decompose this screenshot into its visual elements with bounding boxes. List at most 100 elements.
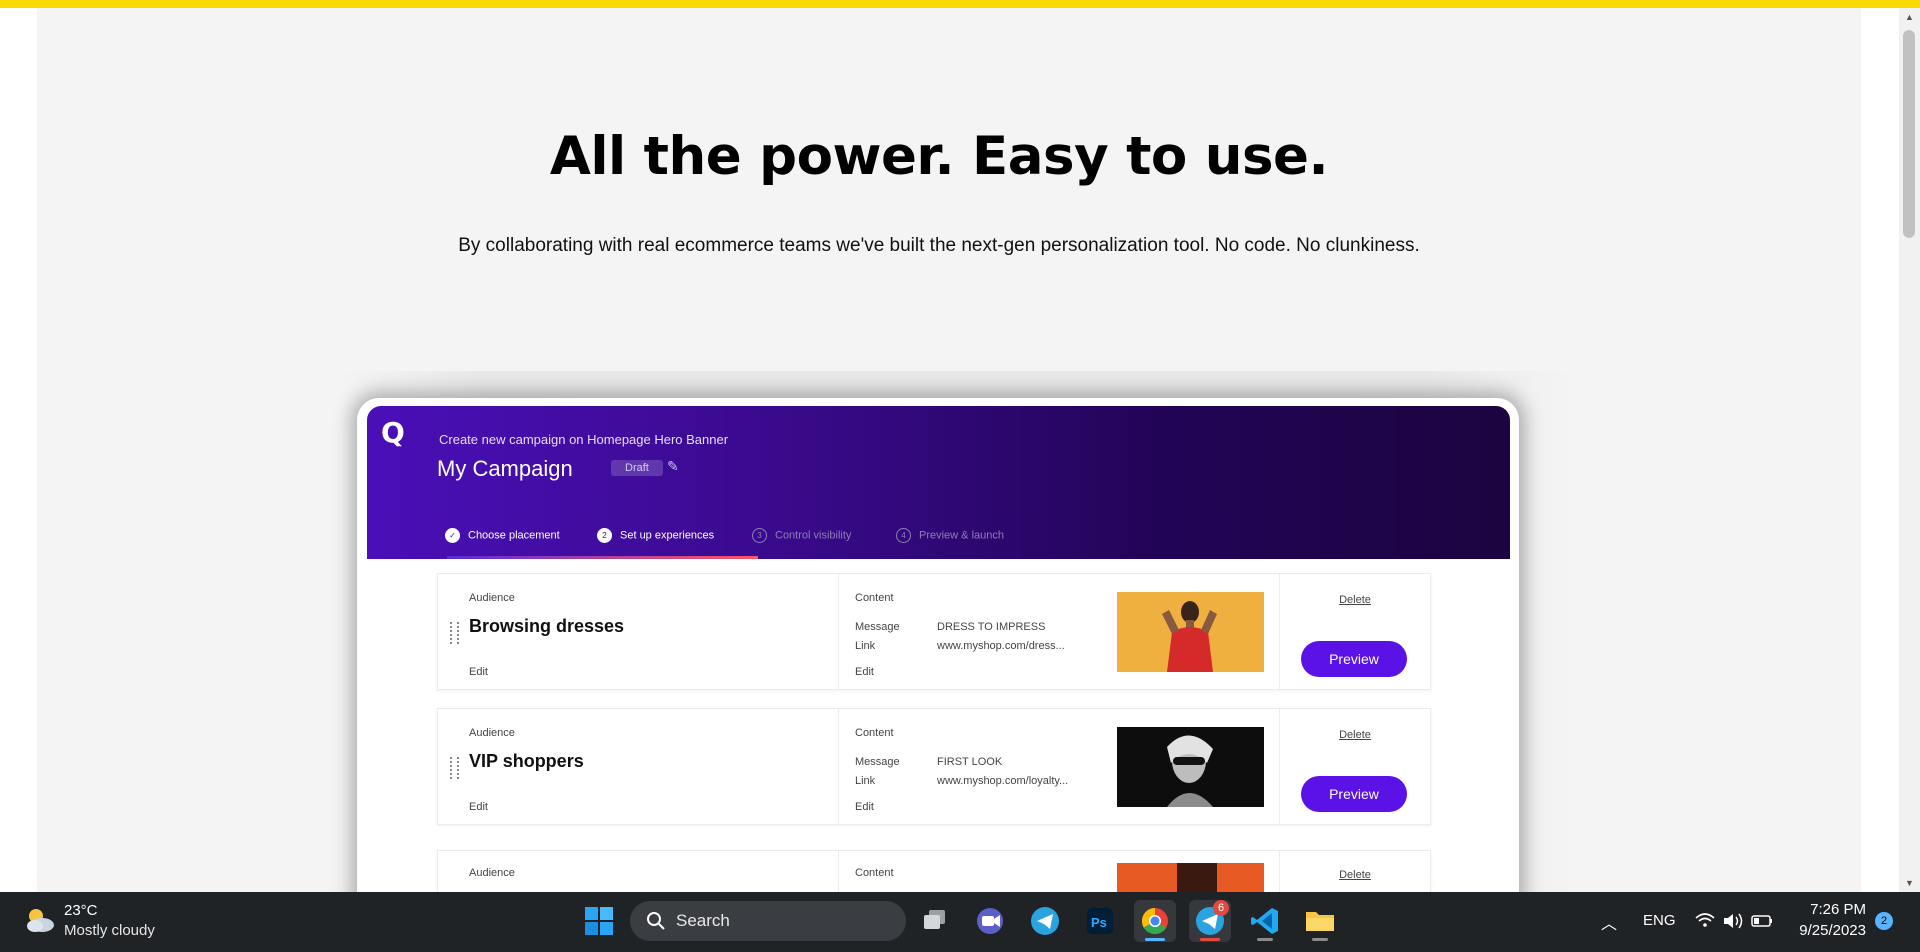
link-key: Link <box>855 640 876 652</box>
windows-start-icon[interactable] <box>584 906 614 936</box>
taskbar-telegram-2[interactable]: 6 <box>1189 900 1231 942</box>
edit-content-link[interactable]: Edit <box>855 801 874 813</box>
breadcrumb: Create new campaign on Homepage Hero Ban… <box>439 432 729 447</box>
content-cell: Content <box>839 851 1280 892</box>
taskbar-teams[interactable] <box>969 900 1011 942</box>
step-number: 2 <box>597 528 612 543</box>
content-label: Content <box>855 867 894 879</box>
hero-subtitle: By collaborating with real ecommerce tea… <box>458 235 1420 256</box>
edit-content-link[interactable]: Edit <box>855 666 874 678</box>
status-badge: Draft <box>611 460 663 476</box>
content-label: Content <box>855 727 894 739</box>
running-indicator <box>1200 938 1220 941</box>
edit-audience-link[interactable]: Edit <box>469 666 488 678</box>
running-indicator <box>1145 938 1165 941</box>
clock-date[interactable]: 9/25/2023 <box>1776 922 1866 939</box>
delete-link[interactable]: Delete <box>1280 594 1430 606</box>
wifi-icon <box>1695 913 1715 927</box>
app-screenshot: Q Create new campaign on Homepage Hero B… <box>357 398 1519 892</box>
running-indicator <box>1257 938 1273 941</box>
step-label: Choose placement <box>468 529 560 542</box>
edit-audience-link[interactable]: Edit <box>469 801 488 813</box>
campaign-title: My Campaign <box>437 456 573 481</box>
audience-name: VIP shoppers <box>469 751 584 771</box>
unread-badge: 6 <box>1213 900 1229 916</box>
weather-condition[interactable]: Mostly cloudy <box>64 922 155 939</box>
search-label: Search <box>676 911 730 930</box>
step-label: Preview & launch <box>919 529 1004 542</box>
audience-cell: Audience Browsing dresses Edit <box>438 574 839 689</box>
step-preview-launch[interactable]: 4 Preview & launch <box>896 528 1004 543</box>
weather-cloudy-icon[interactable] <box>22 904 58 936</box>
audience-cell: Audience <box>438 851 839 892</box>
language-indicator[interactable]: ENG <box>1643 912 1676 929</box>
taskbar-photoshop[interactable]: Ps <box>1079 900 1121 942</box>
page-content: All the power. Easy to use. By collabora… <box>37 8 1861 892</box>
vscode-icon <box>1251 908 1278 934</box>
content-cell: Content Message FIRST LOOK Link www.mysh… <box>839 709 1280 824</box>
weather-temperature[interactable]: 23°C <box>64 902 98 919</box>
chrome-icon <box>1141 907 1168 935</box>
dress-photo <box>1117 592 1264 672</box>
audience-label: Audience <box>469 867 515 879</box>
preview-button[interactable]: Preview <box>1301 776 1407 812</box>
taskbar-telegram-1[interactable] <box>1024 900 1066 942</box>
message-value: DRESS TO IMPRESS <box>937 621 1046 633</box>
actions-cell: Delete <box>1280 851 1430 892</box>
step-number: 4 <box>896 528 911 543</box>
volume-icon <box>1724 913 1743 929</box>
chevron-up-icon[interactable]: ︿ <box>1601 910 1617 934</box>
drag-handle-icon[interactable] <box>450 757 459 779</box>
audience-label: Audience <box>469 592 515 604</box>
scroll-up-icon[interactable]: ▲ <box>1899 8 1920 26</box>
windows-taskbar: 23°C Mostly cloudy Search Ps 6 ︿ ENG 7:2… <box>0 892 1920 952</box>
taskbar-task-view[interactable] <box>915 900 957 942</box>
photoshop-icon: Ps <box>1087 908 1113 934</box>
message-value: FIRST LOOK <box>937 756 1003 768</box>
audience-label: Audience <box>469 727 515 739</box>
pencil-icon[interactable]: ✎ <box>667 458 679 475</box>
step-label: Control visibility <box>775 529 852 542</box>
drag-handle-icon[interactable] <box>450 622 459 644</box>
app-logo: Q <box>381 416 405 449</box>
actions-cell: Delete Preview <box>1280 574 1430 689</box>
teams-icon <box>977 908 1003 934</box>
actions-cell: Delete Preview <box>1280 709 1430 824</box>
delete-link[interactable]: Delete <box>1280 869 1430 881</box>
task-view-icon <box>924 910 945 929</box>
taskbar-chrome[interactable] <box>1134 900 1176 942</box>
telegram-icon <box>1031 907 1059 935</box>
step-choose-placement[interactable]: ✓ Choose placement <box>445 528 560 543</box>
hero-title: All the power. Easy to use. <box>549 126 1329 187</box>
browser-accent-bar <box>0 0 1920 8</box>
experience-row: Audience Content Delete <box>437 850 1431 892</box>
link-value: www.myshop.com/loyalty... <box>937 775 1069 787</box>
audience-name: Browsing dresses <box>469 616 625 636</box>
experience-row: Audience VIP shoppers Edit Content Messa… <box>437 708 1431 825</box>
system-tray-icons[interactable] <box>1694 910 1776 932</box>
taskbar-file-explorer[interactable] <box>1299 900 1341 942</box>
content-label: Content <box>855 592 894 604</box>
notification-badge[interactable]: 2 <box>1875 912 1893 930</box>
page-scrollbar[interactable]: ▲ ▼ <box>1899 8 1920 892</box>
step-number: 3 <box>752 528 767 543</box>
running-indicator <box>1312 938 1328 941</box>
scroll-down-icon[interactable]: ▼ <box>1899 874 1920 892</box>
delete-link[interactable]: Delete <box>1280 729 1430 741</box>
taskbar-vscode[interactable] <box>1244 900 1286 942</box>
check-icon: ✓ <box>445 528 460 543</box>
message-key: Message <box>855 756 900 768</box>
svg-text:Ps: Ps <box>1091 915 1107 930</box>
link-key: Link <box>855 775 876 787</box>
step-label: Set up experiences <box>620 529 715 542</box>
clock-time[interactable]: 7:26 PM <box>1776 901 1866 918</box>
taskbar-search-box[interactable]: Search <box>630 901 906 941</box>
step-control-visibility[interactable]: 3 Control visibility <box>752 528 851 543</box>
app-header: Q Create new campaign on Homepage Hero B… <box>367 406 1510 559</box>
experience-row: Audience Browsing dresses Edit Content M… <box>437 573 1431 690</box>
step-set-up-experiences[interactable]: 2 Set up experiences <box>597 528 714 543</box>
battery-icon <box>1751 915 1772 927</box>
scrollbar-thumb[interactable] <box>1903 30 1915 238</box>
link-value: www.myshop.com/dress... <box>937 640 1065 652</box>
preview-button[interactable]: Preview <box>1301 641 1407 677</box>
